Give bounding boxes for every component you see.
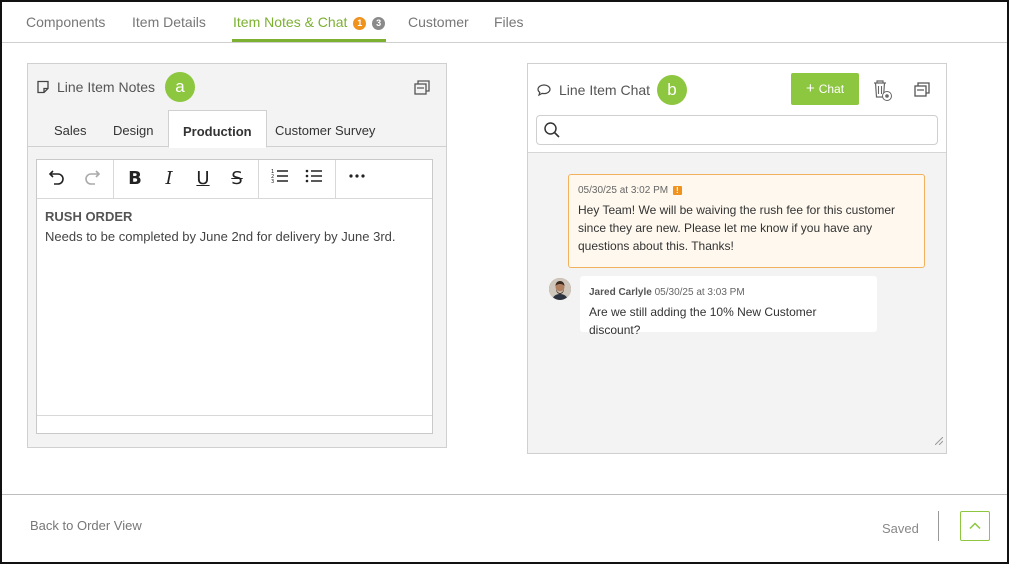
message-text: Are we still adding the 10% New Customer… xyxy=(589,305,817,337)
undo-icon[interactable] xyxy=(41,164,73,194)
strikethrough-icon[interactable]: S xyxy=(221,164,253,194)
more-options-icon[interactable] xyxy=(341,164,373,194)
chat-bubble-icon xyxy=(537,83,551,102)
notes-tab-sales[interactable]: Sales xyxy=(54,110,87,147)
underline-icon[interactable]: U xyxy=(187,164,219,194)
chevron-up-icon xyxy=(968,519,982,538)
scroll-top-button[interactable] xyxy=(960,511,990,541)
alert-icon: ! xyxy=(672,186,682,195)
marker-b: b xyxy=(657,75,687,105)
redo-icon[interactable] xyxy=(76,164,108,194)
svg-text:3: 3 xyxy=(271,179,274,185)
tab-item-notes-chat[interactable]: Item Notes & Chat 1 3 xyxy=(232,14,387,42)
chat-message-other: Jared Carlyle 05/30/25 at 3:03 PM Are we… xyxy=(580,276,877,337)
notes-tab-customer-survey[interactable]: Customer Survey xyxy=(275,110,375,147)
chat-message-own: 05/30/25 at 3:02 PM ! Hey Team! We will … xyxy=(568,174,925,268)
notes-editor[interactable]: B I U S 123 RUSH ORDER Needs to be compl… xyxy=(36,159,433,434)
italic-icon[interactable]: I xyxy=(153,164,185,194)
editor-toolbar: B I U S 123 xyxy=(37,160,432,199)
new-chat-label: Chat xyxy=(818,82,845,96)
save-status: Saved xyxy=(882,521,919,536)
footer: Back to Order View Saved xyxy=(2,494,1007,562)
chat-search-input[interactable] xyxy=(536,115,938,145)
note-body: Needs to be completed by June 2nd for de… xyxy=(45,229,396,244)
message-count-badge: 3 xyxy=(372,17,386,30)
notes-tab-bar: Sales Design Production Customer Survey xyxy=(28,110,446,148)
notes-tab-production[interactable]: Production xyxy=(168,110,267,148)
message-meta: Jared Carlyle 05/30/25 at 3:03 PM xyxy=(589,287,868,298)
note-heading: RUSH ORDER xyxy=(45,209,133,224)
unread-alert-badge: 1 xyxy=(353,17,367,30)
top-tab-bar: Components Item Details Item Notes & Cha… xyxy=(2,2,1007,43)
avatar xyxy=(549,278,571,300)
chat-title: Line Item Chat xyxy=(559,82,651,98)
note-icon xyxy=(36,80,50,99)
tab-components[interactable]: Components xyxy=(26,14,105,42)
bullet-list-icon[interactable] xyxy=(298,164,330,194)
resize-handle-icon[interactable] xyxy=(934,432,944,450)
message-text: Hey Team! We will be waiving the rush fe… xyxy=(578,203,896,253)
message-timestamp: 05/30/25 at 3:03 PM xyxy=(654,287,745,298)
back-to-order-link[interactable]: Back to Order View xyxy=(30,518,142,533)
new-chat-button[interactable]: + Chat xyxy=(791,73,859,105)
footer-divider xyxy=(938,511,939,541)
editor-content[interactable]: RUSH ORDER Needs to be completed by June… xyxy=(37,199,432,255)
tab-item-notes-chat-label: Item Notes & Chat xyxy=(233,14,348,30)
line-item-chat-panel: Line Item Chat b + Chat 05/30/25 at 3:02 … xyxy=(527,63,947,454)
line-item-notes-panel: Line Item Notes a Sales Design Productio… xyxy=(27,63,447,448)
message-author: Jared Carlyle xyxy=(589,287,652,298)
popout-icon[interactable] xyxy=(914,81,931,103)
tab-item-details[interactable]: Item Details xyxy=(132,14,206,42)
search-icon xyxy=(543,121,561,144)
plus-icon: + xyxy=(805,80,815,97)
popout-icon[interactable] xyxy=(414,79,431,101)
editor-statusbar xyxy=(37,415,432,433)
notes-title: Line Item Notes xyxy=(57,79,156,95)
bold-icon[interactable]: B xyxy=(119,164,151,194)
tab-customer[interactable]: Customer xyxy=(408,14,469,42)
notes-tab-design[interactable]: Design xyxy=(113,110,153,147)
marker-a: a xyxy=(165,72,195,102)
deleted-messages-icon[interactable] xyxy=(871,79,893,106)
numbered-list-icon[interactable]: 123 xyxy=(264,164,296,194)
message-timestamp: 05/30/25 at 3:02 PM xyxy=(578,185,669,196)
tab-files[interactable]: Files xyxy=(494,14,524,42)
message-meta: 05/30/25 at 3:02 PM ! xyxy=(578,185,915,196)
